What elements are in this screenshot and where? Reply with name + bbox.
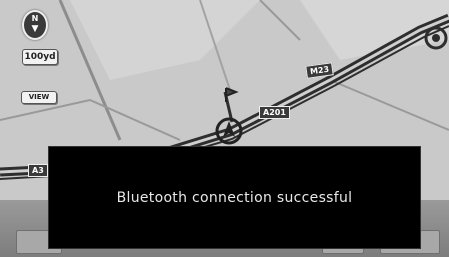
compass-arrow: ▼ [31,24,39,34]
compass-letter: N [31,14,39,23]
map-view-button[interactable]: VIEW [21,91,57,104]
road-label-a201: A201 [259,106,290,119]
notification-message: Bluetooth connection successful [116,189,353,206]
notification-popup: Bluetooth connection successful [48,146,421,249]
compass-icon[interactable]: N ▼ [22,10,48,40]
navigation-screen: N ▼ 100yd VIEW M23 A201 A3 Bluetooth con… [0,0,449,257]
road-label-a3: A3 [28,164,48,177]
map-scale-button[interactable]: 100yd [22,49,58,65]
roundabout-center [432,34,440,42]
